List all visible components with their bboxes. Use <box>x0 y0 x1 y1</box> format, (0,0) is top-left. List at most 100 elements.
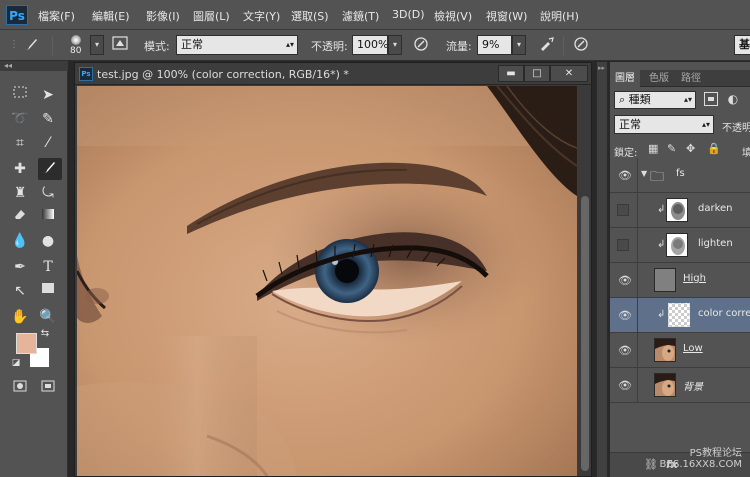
menu-select[interactable]: 選取(S) <box>291 8 329 24</box>
mode-dropdown[interactable]: 正常 ▴▾ <box>176 35 298 55</box>
scrollbar-thumb[interactable] <box>581 196 589 471</box>
layer-row-darken[interactable]: ↲ darken <box>610 193 750 228</box>
crop-tool-icon[interactable]: ⌗ <box>8 132 32 154</box>
move-tool-icon[interactable]: ➤ <box>36 84 60 106</box>
layer-row-high[interactable]: 👁 High <box>610 263 750 298</box>
vertical-scrollbar[interactable] <box>578 86 591 476</box>
tab-paths[interactable]: 路徑 <box>676 70 706 87</box>
menu-layer[interactable]: 圖層(L) <box>193 8 230 24</box>
visibility-eye-icon[interactable]: 👁 <box>618 169 632 182</box>
brush-size-picker[interactable]: 80 <box>64 34 92 58</box>
clipping-arrow-icon: ↲ <box>657 204 666 215</box>
visibility-eye-icon[interactable]: 👁 <box>618 344 632 357</box>
airbrush-icon[interactable] <box>537 35 557 55</box>
layer-name: fs <box>676 168 685 179</box>
menu-help[interactable]: 說明(H) <box>540 8 579 24</box>
path-selection-tool-icon[interactable]: ↖ <box>8 280 32 302</box>
brush-picker-dropdown[interactable]: ▾ <box>90 35 104 55</box>
group-expand-arrow-icon[interactable]: ▼ <box>641 169 647 178</box>
document-title: test.jpg @ 100% (color correction, RGB/1… <box>97 68 349 81</box>
menu-window[interactable]: 視窗(W) <box>486 8 527 24</box>
visibility-toggle-off[interactable] <box>617 239 629 251</box>
visibility-toggle-off[interactable] <box>617 204 629 216</box>
layer-row-group[interactable]: 👁 ▼ 🗀 fs <box>610 158 750 193</box>
flow-input[interactable]: 9% <box>477 35 512 55</box>
link-layers-icon[interactable]: ⛓ <box>644 458 658 471</box>
tools-panel-collapse[interactable]: ◂◂ <box>0 61 68 71</box>
opacity-slider-dropdown[interactable]: ▾ <box>388 35 402 55</box>
expand-panels-icon[interactable]: ▸▸ <box>598 64 605 72</box>
marquee-tool-icon[interactable] <box>8 84 32 106</box>
layer-row-background[interactable]: 👁 背景 <box>610 368 750 403</box>
rectangle-tool-icon[interactable] <box>36 280 60 302</box>
document-title-bar[interactable]: Ps test.jpg @ 100% (color correction, RG… <box>75 63 591 85</box>
mode-value: 正常 <box>181 38 203 51</box>
hand-tool-icon[interactable]: ✋ <box>8 306 32 328</box>
menu-edit[interactable]: 編輯(E) <box>92 8 130 24</box>
tab-layers[interactable]: 圖層 <box>610 70 640 87</box>
minimize-button[interactable]: ▬ <box>498 65 524 82</box>
close-button[interactable]: ✕ <box>550 65 588 82</box>
visibility-eye-icon[interactable]: 👁 <box>618 309 632 322</box>
filter-adjustment-icon[interactable]: ◐ <box>726 92 740 106</box>
visibility-eye-icon[interactable]: 👁 <box>618 379 632 392</box>
menu-filter[interactable]: 濾鏡(T) <box>342 8 379 24</box>
menu-view[interactable]: 檢視(V) <box>434 8 472 24</box>
menu-file[interactable]: 檔案(F) <box>38 8 75 24</box>
layer-row-color-correction[interactable]: 👁 ↲ color correc <box>610 298 750 333</box>
layer-name: lighten <box>698 238 733 249</box>
blur-tool-icon[interactable]: 💧 <box>8 230 32 252</box>
brush-panel-toggle-icon[interactable] <box>110 35 130 55</box>
filter-kind-value: ⌕ 種類 <box>619 93 651 106</box>
tab-channels[interactable]: 色版 <box>644 70 674 87</box>
lock-transparent-icon[interactable]: ▦ <box>648 142 658 155</box>
lock-image-icon[interactable]: ✎ <box>667 142 676 155</box>
lasso-tool-icon[interactable]: ➰ <box>8 108 32 130</box>
swap-colors-icon[interactable]: ⇆ <box>38 327 52 341</box>
visibility-eye-icon[interactable]: 👁 <box>618 274 632 287</box>
brush-tool-preset-icon[interactable] <box>22 35 42 55</box>
blend-mode-dropdown[interactable]: 正常 ▴▾ <box>614 115 714 134</box>
opacity-input[interactable]: 100% <box>352 35 388 55</box>
dodge-tool-icon[interactable]: ● <box>36 230 60 252</box>
image-canvas[interactable] <box>77 86 577 476</box>
grip-icon: ⋮ <box>9 39 19 50</box>
pressure-opacity-icon[interactable] <box>411 35 431 55</box>
watermark: PS教程论坛 BBS.16XX8.COM <box>659 448 742 470</box>
workspace-dropdown[interactable]: 基 <box>734 35 750 55</box>
lock-all-icon[interactable]: 🔒 <box>707 142 721 155</box>
pressure-size-icon[interactable] <box>571 35 591 55</box>
flow-slider-dropdown[interactable]: ▾ <box>512 35 526 55</box>
maximize-button[interactable]: □ <box>524 65 550 82</box>
lock-label: 鎖定: <box>614 148 638 159</box>
menu-type[interactable]: 文字(Y) <box>243 8 280 24</box>
eyedropper-tool-icon[interactable]: ⁄ <box>36 132 60 154</box>
filter-pixel-icon[interactable] <box>704 92 718 106</box>
default-colors-icon[interactable]: ◪ <box>10 357 22 369</box>
lock-position-icon[interactable]: ✥ <box>686 142 695 155</box>
layer-filter-kind-dropdown[interactable]: ⌕ 種類 ▴▾ <box>614 91 696 109</box>
screen-mode-icon[interactable] <box>36 378 60 400</box>
type-tool-icon[interactable]: T <box>36 256 60 278</box>
clone-stamp-tool-icon[interactable]: ♜ <box>8 182 32 204</box>
history-brush-tool-icon[interactable]: ⤿ <box>36 182 60 204</box>
layer-row-low[interactable]: 👁 Low <box>610 333 750 368</box>
eraser-tool-icon[interactable] <box>8 206 32 228</box>
gradient-tool-icon[interactable] <box>36 206 60 228</box>
pen-tool-icon[interactable]: ✒ <box>8 256 32 278</box>
panel-tabs: 圖層 色版 路徑 <box>610 70 750 87</box>
zoom-tool-icon[interactable]: 🔍 <box>36 306 60 328</box>
document-window: Ps test.jpg @ 100% (color correction, RG… <box>74 62 592 477</box>
quick-selection-tool-icon[interactable]: ✎ <box>36 108 60 130</box>
blend-mode-value: 正常 <box>619 118 641 131</box>
brush-tool-icon[interactable] <box>38 158 62 180</box>
dropdown-arrow-icon: ▴▾ <box>683 95 692 104</box>
menu-3d[interactable]: 3D(D) <box>392 8 425 21</box>
healing-brush-tool-icon[interactable]: ✚ <box>8 158 32 180</box>
layer-row-lighten[interactable]: ↲ lighten <box>610 228 750 263</box>
quick-mask-icon[interactable] <box>8 378 32 400</box>
clipping-arrow-icon: ↲ <box>657 309 666 320</box>
opacity-value: 100% <box>357 38 388 51</box>
menu-image[interactable]: 影像(I) <box>146 8 180 24</box>
foreground-color-swatch[interactable] <box>16 333 37 354</box>
